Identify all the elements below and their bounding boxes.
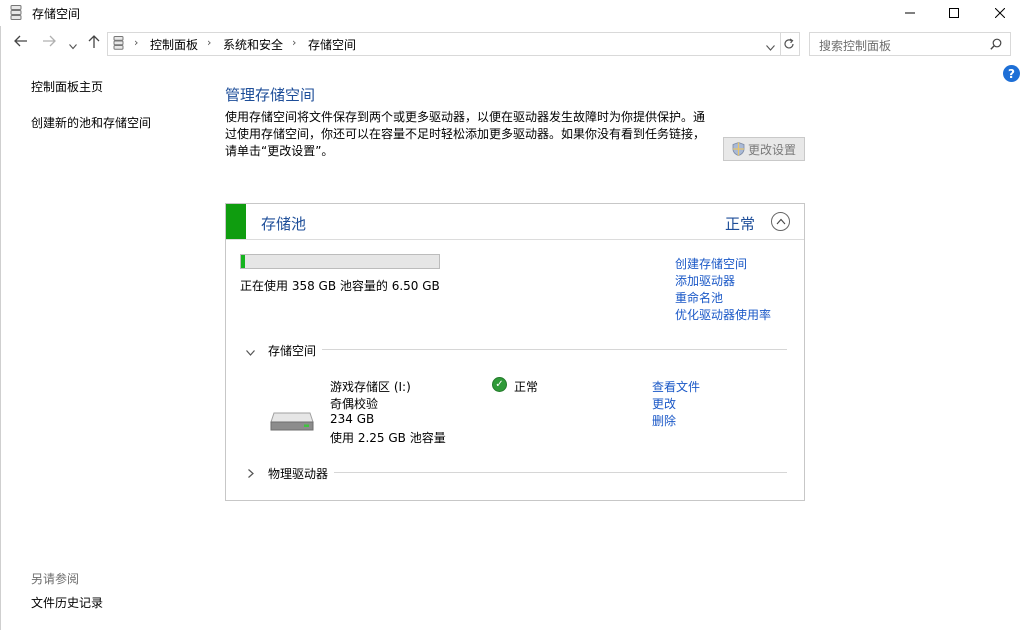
forward-arrow-icon [43,35,56,47]
window-border [0,26,1,630]
pool-status-stripe [226,204,246,239]
close-icon [995,8,1005,18]
maximize-icon [949,8,959,18]
address-dropdown-button[interactable] [766,40,775,54]
optimize-drive-usage-link[interactable]: 优化驱动器使用率 [675,306,771,323]
storage-spaces-toggle[interactable] [246,345,255,359]
physical-drives-toggle[interactable] [248,467,254,481]
breadcrumb-control-panel[interactable]: 控制面板 [150,36,198,53]
storage-space-resiliency: 奇偶校验 [330,397,379,411]
breadcrumb-system-security[interactable]: 系统和安全 [223,36,283,53]
pool-usage-text: 正在使用 358 GB 池容量的 6.50 GB [240,279,440,293]
pool-usage-bar [240,254,440,269]
maximize-button[interactable] [931,0,977,26]
page-description: 使用存储空间将文件保存到两个或更多驱动器，以便在驱动器发生故障时为你提供保护。通… [225,110,706,158]
create-storage-space-link[interactable]: 创建存储空间 [675,255,747,272]
storage-spaces-section-label: 存储空间 [268,344,317,358]
divider [322,349,787,350]
search-icon[interactable] [990,38,1002,50]
physical-drives-section-label: 物理驱动器 [268,467,329,481]
change-link[interactable]: 更改 [652,395,676,412]
rename-pool-link[interactable]: 重命名池 [675,289,723,306]
divider [334,472,787,473]
add-drives-link[interactable]: 添加驱动器 [675,272,735,289]
pool-usage-bar-fill [241,255,245,268]
storage-space-status: 正常 [514,380,539,394]
sidebar-item-create-pool[interactable]: 创建新的池和存储空间 [31,114,151,131]
storage-spaces-icon [10,5,22,20]
help-icon[interactable]: ? [1003,65,1020,82]
chevron-right-icon[interactable]: › [292,36,296,49]
collapse-pool-button[interactable] [771,212,790,231]
refresh-button[interactable] [779,32,800,56]
title-bar [0,0,1023,26]
uac-shield-icon [732,142,745,156]
window-title: 存储空间 [32,7,81,21]
back-button[interactable] [14,35,28,51]
status-ok-icon: ✓ [492,377,507,392]
storage-space-usage: 使用 2.25 GB 池容量 [330,431,446,445]
drive-icon [270,412,314,431]
breadcrumb-storage-spaces[interactable]: 存储空间 [308,36,356,53]
pool-status: 正常 [725,215,756,233]
up-arrow-icon [88,35,100,48]
refresh-icon [784,38,794,49]
chevron-up-icon [776,218,785,225]
delete-link[interactable]: 删除 [652,412,676,429]
chevron-down-icon [766,45,775,51]
view-files-link[interactable]: 查看文件 [652,378,700,395]
minimize-icon [905,12,915,14]
storage-space-size: 234 GB [330,412,375,426]
see-also-heading: 另请参阅 [31,572,80,586]
storage-spaces-icon [113,36,124,50]
minimize-button[interactable] [887,0,933,26]
chevron-right-icon [248,469,254,478]
change-settings-label: 更改设置 [747,142,796,157]
sidebar-item-control-panel-home[interactable]: 控制面板主页 [31,78,103,95]
up-button[interactable] [88,35,100,52]
storage-space-name: 游戏存储区 (I:) [330,380,411,394]
change-settings-button[interactable]: 更改设置 [723,137,805,161]
back-arrow-icon [14,35,27,47]
page-title: 管理存储空间 [225,86,316,104]
chevron-down-icon [69,44,77,50]
close-button[interactable] [977,0,1023,26]
divider [226,239,804,240]
chevron-right-icon[interactable]: › [207,36,211,49]
search-placeholder: 搜索控制面板 [819,39,892,53]
chevron-down-icon [246,350,255,356]
forward-button[interactable] [42,35,56,51]
sidebar-item-file-history[interactable]: 文件历史记录 [31,594,103,611]
chevron-right-icon[interactable]: › [134,36,138,49]
recent-locations-button[interactable] [69,38,77,54]
pool-title: 存储池 [261,215,307,233]
